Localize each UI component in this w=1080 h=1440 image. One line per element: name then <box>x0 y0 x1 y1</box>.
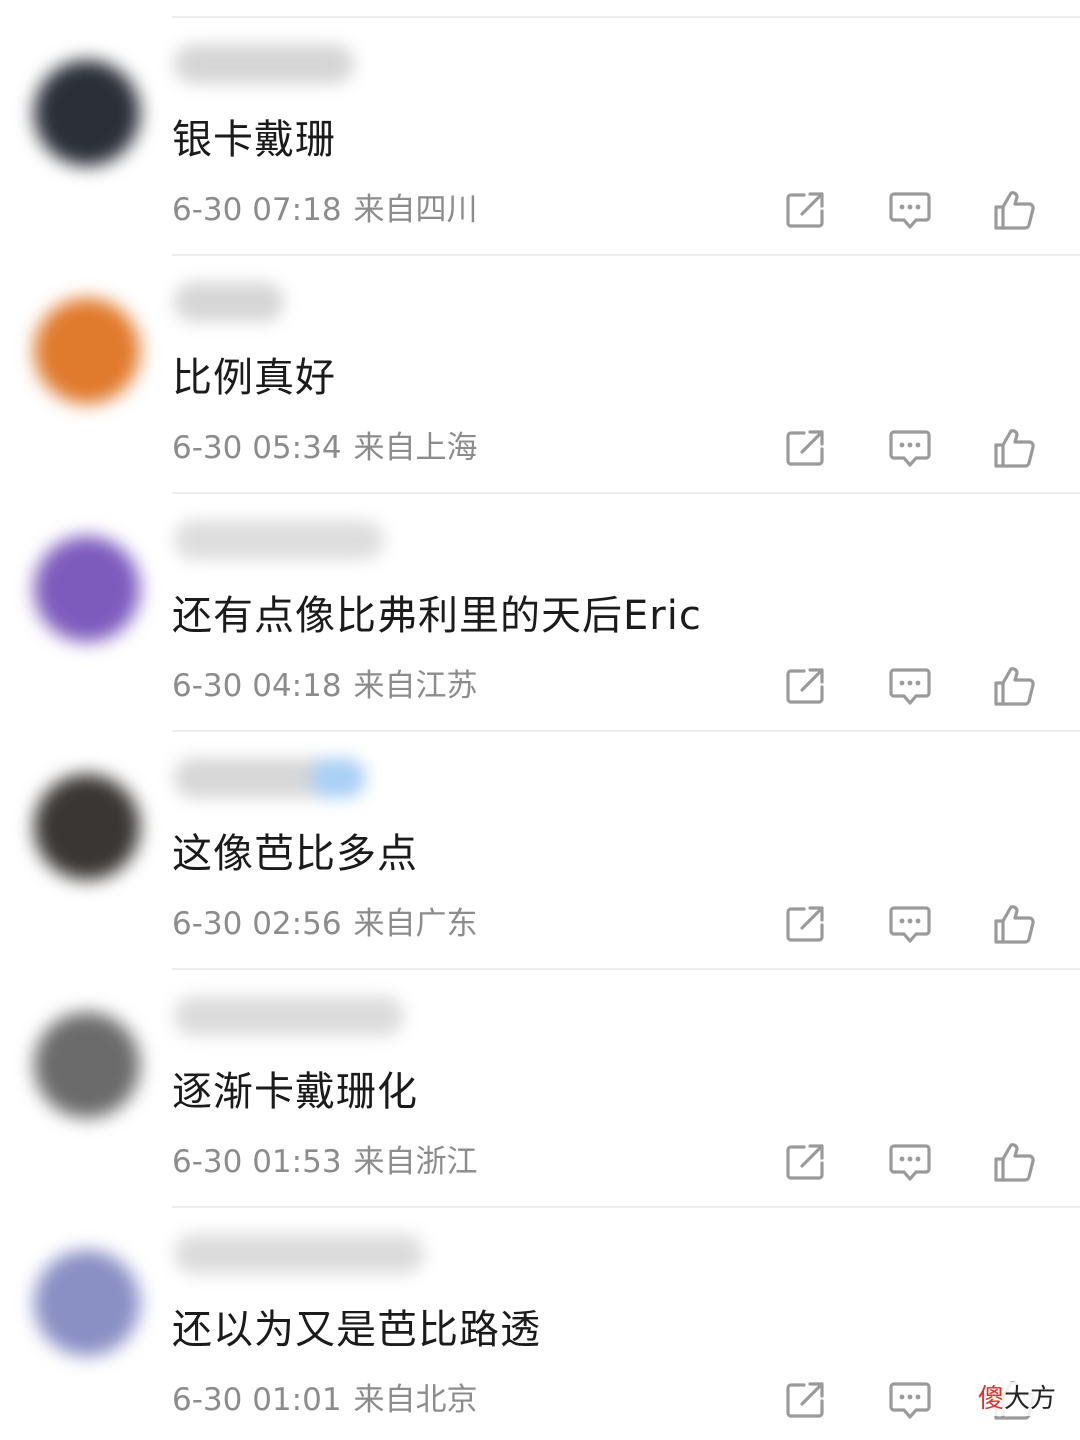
avatar[interactable] <box>34 60 140 166</box>
comment-icon <box>889 1382 931 1419</box>
share-button[interactable] <box>782 664 830 708</box>
reply-button[interactable] <box>886 1378 934 1422</box>
comment-text: 还以为又是芭比路透 <box>172 1307 541 1353</box>
comment-item: 还有点像比弗利里的天后Eric 6-30 04:18 来自江苏 <box>0 494 1080 732</box>
comment-text: 还有点像比弗利里的天后Eric <box>172 593 702 639</box>
avatar[interactable] <box>34 774 140 880</box>
like-button[interactable] <box>990 1140 1038 1184</box>
reply-button[interactable] <box>886 902 934 946</box>
username-blurred[interactable] <box>174 1234 424 1274</box>
share-button[interactable] <box>782 188 830 232</box>
like-button[interactable] <box>990 426 1038 470</box>
comment-icon <box>889 192 931 229</box>
comment-item: 逐渐卡戴珊化 6-30 01:53 来自浙江 <box>0 970 1080 1208</box>
comment-meta: 6-30 04:18 来自江苏 <box>172 666 478 706</box>
comment-item: 这像芭比多点 6-30 02:56 来自广东 <box>0 732 1080 970</box>
comment-timestamp: 6-30 07:18 <box>172 192 342 228</box>
share-icon <box>786 192 824 228</box>
comment-text: 逐渐卡戴珊化 <box>172 1069 418 1115</box>
reply-button[interactable] <box>886 426 934 470</box>
thumbs-up-icon <box>994 429 1035 468</box>
like-button[interactable] <box>990 902 1038 946</box>
comment-icon <box>889 668 931 705</box>
like-button[interactable] <box>990 188 1038 232</box>
comment-timestamp: 6-30 01:53 <box>172 1144 342 1180</box>
comment-meta: 6-30 05:34 来自上海 <box>172 428 478 468</box>
thumbs-up-icon <box>994 667 1035 706</box>
username-blurred[interactable] <box>174 758 366 798</box>
comment-list: 银卡戴珊 6-30 07:18 来自四川 比例真好 6-30 05:34 来自上… <box>0 0 1080 1440</box>
comment-meta: 6-30 07:18 来自四川 <box>172 190 478 230</box>
share-button[interactable] <box>782 1140 830 1184</box>
comment-meta: 6-30 02:56 来自广东 <box>172 904 478 944</box>
comment-timestamp: 6-30 01:01 <box>172 1382 342 1418</box>
comment-location: 来自江苏 <box>353 668 478 704</box>
share-button[interactable] <box>782 426 830 470</box>
comment-icon <box>889 430 931 467</box>
comment-timestamp: 6-30 04:18 <box>172 668 342 704</box>
username-blurred[interactable] <box>174 520 384 560</box>
comment-location: 来自北京 <box>353 1382 478 1418</box>
comment-text: 银卡戴珊 <box>172 117 336 163</box>
thumbs-up-icon <box>994 1143 1035 1182</box>
watermark-text: 大方 <box>1003 1384 1056 1414</box>
comment-icon <box>889 1144 931 1181</box>
like-button[interactable] <box>990 664 1038 708</box>
comment-location: 来自广东 <box>353 906 478 942</box>
comment-item: 还以为又是芭比路透 6-30 01:01 来自北京 <box>0 1208 1080 1440</box>
comment-item: 比例真好 6-30 05:34 来自上海 <box>0 256 1080 494</box>
avatar[interactable] <box>34 1012 140 1118</box>
comment-text: 这像芭比多点 <box>172 831 418 877</box>
share-button[interactable] <box>782 1378 830 1422</box>
avatar[interactable] <box>34 1250 140 1356</box>
reply-button[interactable] <box>886 1140 934 1184</box>
watermark: 傻大方 <box>973 1382 1060 1416</box>
share-icon <box>786 1382 824 1418</box>
comment-meta: 6-30 01:01 来自北京 <box>172 1380 478 1420</box>
comment-timestamp: 6-30 05:34 <box>172 430 342 466</box>
avatar[interactable] <box>34 298 140 404</box>
share-button[interactable] <box>782 902 830 946</box>
username-blurred[interactable] <box>174 996 404 1036</box>
reply-button[interactable] <box>886 664 934 708</box>
thumbs-up-icon <box>994 905 1035 944</box>
comment-timestamp: 6-30 02:56 <box>172 906 342 942</box>
share-icon <box>786 1144 824 1180</box>
share-icon <box>786 906 824 942</box>
thumbs-up-icon <box>994 191 1035 230</box>
username-blurred[interactable] <box>174 44 354 84</box>
reply-button[interactable] <box>886 188 934 232</box>
comment-item: 银卡戴珊 6-30 07:18 来自四川 <box>0 18 1080 256</box>
share-icon <box>786 430 824 466</box>
comment-meta: 6-30 01:53 来自浙江 <box>172 1142 478 1182</box>
username-blurred[interactable] <box>174 282 284 322</box>
watermark-accent: 傻 <box>977 1384 1004 1414</box>
avatar[interactable] <box>34 536 140 642</box>
share-icon <box>786 668 824 704</box>
comment-icon <box>889 906 931 943</box>
comment-location: 来自上海 <box>353 430 478 466</box>
comment-text: 比例真好 <box>172 355 336 401</box>
comment-location: 来自浙江 <box>353 1144 478 1180</box>
verified-badge <box>310 758 366 798</box>
comment-location: 来自四川 <box>353 192 478 228</box>
